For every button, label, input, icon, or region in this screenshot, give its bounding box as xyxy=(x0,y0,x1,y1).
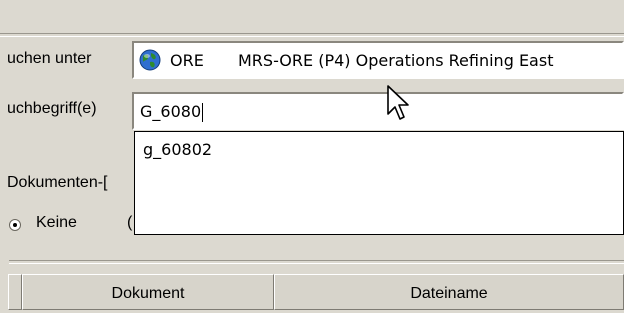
text-caret xyxy=(202,103,204,123)
column-header-dateiname[interactable]: Dateiname xyxy=(274,274,624,310)
results-table-header: Dokument Dateiname xyxy=(8,274,624,310)
autocomplete-item[interactable]: g_60802 xyxy=(143,140,212,159)
radio-second-partial[interactable]: ( xyxy=(127,214,132,232)
search-term-input[interactable]: G_6080 xyxy=(132,92,624,130)
top-separator xyxy=(0,33,624,37)
search-in-description: MRS-ORE (P4) Operations Refining East xyxy=(238,51,554,70)
search-in-combobox[interactable]: ORE MRS-ORE (P4) Operations Refining Eas… xyxy=(132,41,624,79)
globe-icon xyxy=(139,49,161,71)
search-term-label: uchbegriff(e) xyxy=(7,100,97,117)
search-term-value: G_6080 xyxy=(140,102,202,121)
search-in-code: ORE xyxy=(170,51,204,70)
radio-keine[interactable] xyxy=(9,219,21,231)
column-header-spacer xyxy=(8,274,22,310)
autocomplete-dropdown[interactable]: g_60802 xyxy=(134,131,624,235)
results-separator xyxy=(9,260,624,264)
column-header-dokument[interactable]: Dokument xyxy=(22,274,274,310)
search-in-label: uchen unter xyxy=(7,50,92,67)
radio-keine-label: Keine xyxy=(36,214,77,231)
document-type-label: Dokumenten-[ xyxy=(7,174,108,191)
mouse-pointer-icon xyxy=(387,85,409,120)
